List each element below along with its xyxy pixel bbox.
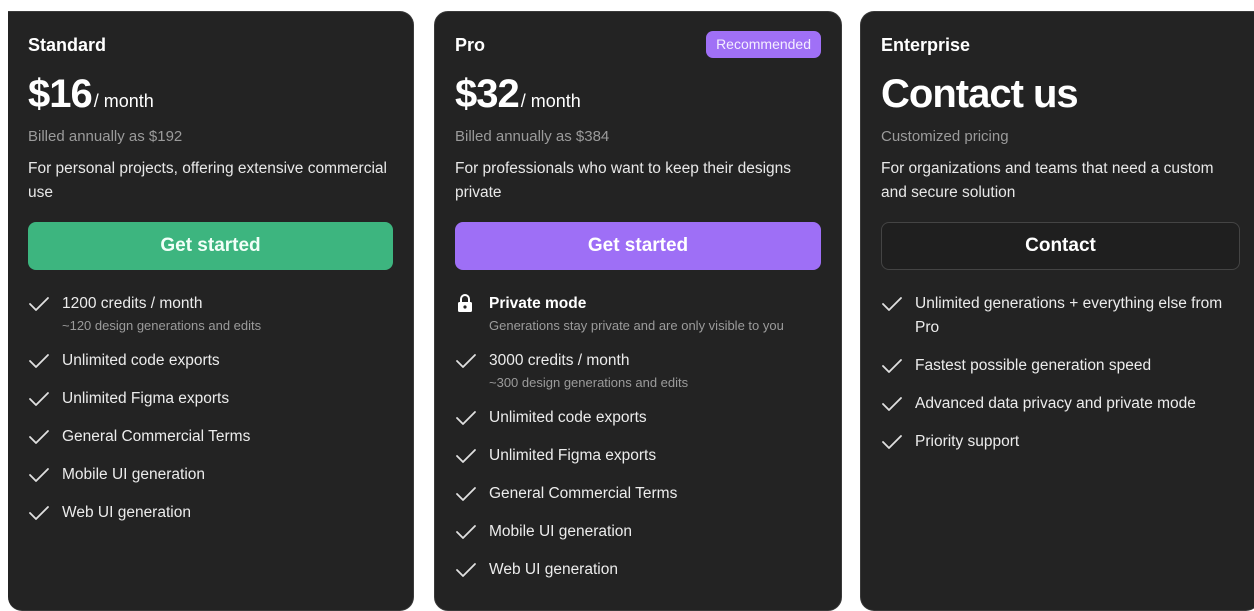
feature-item: 1200 credits / month ~120 design generat… — [28, 292, 393, 335]
feature-list: Unlimited generations + everything else … — [881, 292, 1240, 468]
feature-item: General Commercial Terms — [28, 425, 393, 449]
price-amount: Contact us — [881, 72, 1079, 116]
feature-item: Advanced data privacy and private mode — [881, 392, 1240, 416]
check-icon — [882, 397, 902, 411]
feature-item: Mobile UI generation — [28, 463, 393, 487]
contact-button[interactable]: Contact — [881, 222, 1240, 270]
feature-item: Unlimited Figma exports — [28, 387, 393, 411]
check-icon — [29, 392, 49, 406]
private-mode-item: Private mode Generations stay private an… — [455, 292, 821, 335]
feature-item: Unlimited Figma exports — [455, 444, 821, 468]
plan-price: $32/ month — [455, 72, 581, 117]
feature-title: Mobile UI generation — [489, 523, 633, 540]
plan-name: Enterprise — [881, 35, 971, 55]
feature-title: Fastest possible generation speed — [915, 357, 1152, 374]
price-period: / month — [93, 91, 154, 111]
feature-title: Web UI generation — [62, 504, 191, 521]
feature-title: Priority support — [915, 433, 1020, 450]
plan-card-standard: Standard $16/ month Billed annually as $… — [8, 11, 414, 611]
feature-title: Unlimited code exports — [62, 352, 220, 369]
feature-title: Mobile UI generation — [62, 466, 206, 483]
feature-item: Unlimited code exports — [455, 406, 821, 430]
check-icon — [29, 297, 49, 311]
feature-title: Unlimited generations + everything else … — [915, 295, 1223, 336]
feature-title: Web UI generation — [489, 561, 618, 578]
plan-card-pro: Pro Recommended $32/ month Billed annual… — [434, 11, 842, 611]
plan-name: Standard — [28, 35, 107, 55]
check-icon — [29, 430, 49, 444]
check-icon — [882, 297, 902, 311]
feature-title: Unlimited code exports — [489, 409, 647, 426]
feature-title: Advanced data privacy and private mode — [915, 395, 1196, 412]
plan-price: Contact us — [881, 72, 1079, 117]
billing-note: Billed annually as $192 — [28, 128, 183, 145]
get-started-button[interactable]: Get started — [28, 222, 393, 270]
feature-item: 3000 credits / month ~300 design generat… — [455, 349, 821, 392]
feature-item: Web UI generation — [455, 558, 821, 582]
check-icon — [456, 525, 476, 539]
feature-title: Unlimited Figma exports — [489, 447, 657, 464]
get-started-button[interactable]: Get started — [455, 222, 821, 270]
feature-list: Private mode Generations stay private an… — [455, 292, 821, 596]
recommended-badge: Recommended — [706, 31, 821, 58]
feature-item: Web UI generation — [28, 501, 393, 525]
feature-subtitle: Generations stay private and are only vi… — [489, 318, 784, 333]
plan-description: For organizations and teams that need a … — [881, 160, 1214, 201]
feature-item: Mobile UI generation — [455, 520, 821, 544]
check-icon — [456, 449, 476, 463]
price-amount: $16 — [28, 72, 93, 116]
feature-item: Fastest possible generation speed — [881, 354, 1240, 378]
price-period: / month — [520, 91, 581, 111]
billing-note: Billed annually as $384 — [455, 128, 610, 145]
check-icon — [456, 354, 476, 368]
feature-item: General Commercial Terms — [455, 482, 821, 506]
feature-title: 3000 credits / month — [489, 352, 630, 369]
billing-note: Customized pricing — [881, 128, 1009, 145]
feature-title: 1200 credits / month — [62, 295, 203, 312]
feature-item: Priority support — [881, 430, 1240, 454]
check-icon — [456, 563, 476, 577]
plan-name: Pro — [455, 35, 486, 55]
check-icon — [456, 411, 476, 425]
lock-icon — [458, 294, 472, 312]
check-icon — [29, 468, 49, 482]
feature-title: Unlimited Figma exports — [62, 390, 230, 407]
check-icon — [29, 354, 49, 368]
check-icon — [882, 359, 902, 373]
plan-description: For professionals who want to keep their… — [455, 160, 792, 201]
feature-list: 1200 credits / month ~120 design generat… — [28, 292, 393, 539]
plan-price: $16/ month — [28, 72, 154, 117]
feature-title: Private mode — [489, 295, 587, 312]
feature-title: General Commercial Terms — [62, 428, 251, 445]
feature-subtitle: ~120 design generations and edits — [62, 318, 262, 333]
price-amount: $32 — [455, 72, 520, 116]
feature-subtitle: ~300 design generations and edits — [489, 375, 689, 390]
feature-item: Unlimited code exports — [28, 349, 393, 373]
check-icon — [29, 506, 49, 520]
plan-card-enterprise: Enterprise Contact us Customized pricing… — [860, 11, 1254, 611]
check-icon — [882, 435, 902, 449]
check-icon — [456, 487, 476, 501]
feature-item: Unlimited generations + everything else … — [881, 292, 1240, 340]
plan-description: For personal projects, offering extensiv… — [28, 160, 387, 201]
feature-title: General Commercial Terms — [489, 485, 678, 502]
